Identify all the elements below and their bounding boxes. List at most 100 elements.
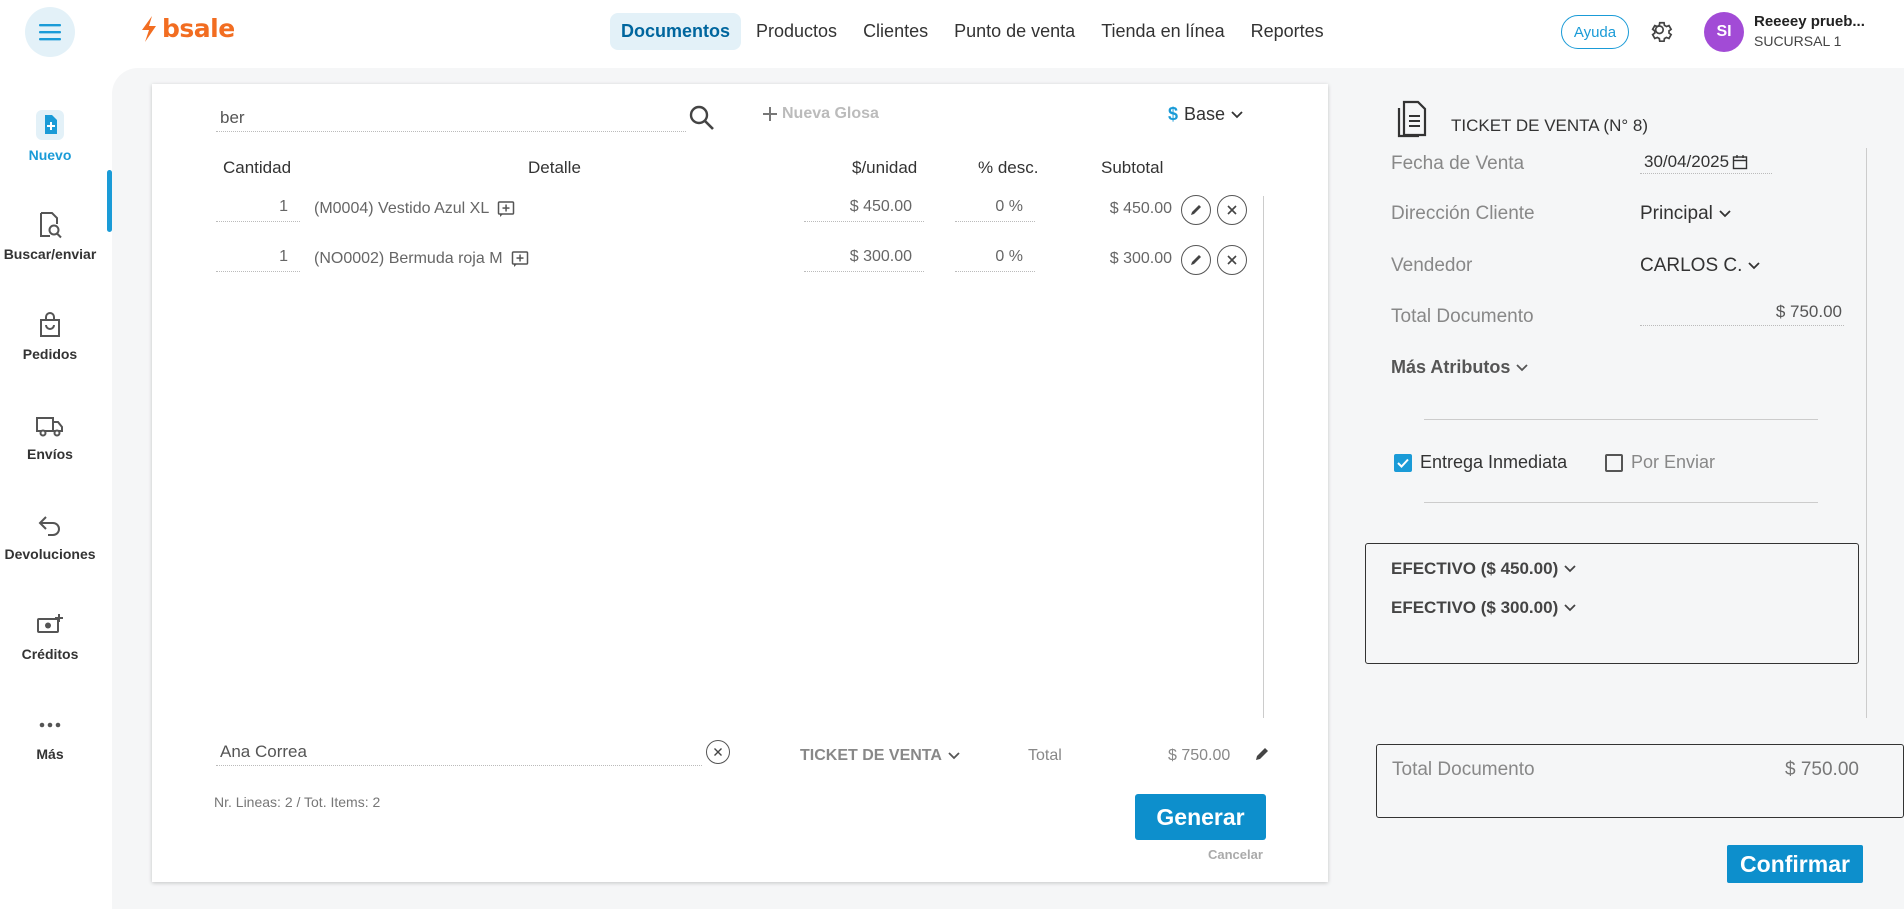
- unit-price-field[interactable]: $ 450.00: [804, 196, 924, 222]
- document-type-select[interactable]: TICKET DE VENTA: [800, 747, 960, 765]
- total-document-field: $ 750.00: [1640, 302, 1844, 326]
- total-document-label: Total Documento: [1391, 306, 1534, 327]
- clear-client-button[interactable]: [706, 740, 730, 764]
- pencil-icon[interactable]: [1254, 746, 1270, 762]
- document-icon: [1397, 100, 1427, 138]
- unit-price-field[interactable]: $ 300.00: [804, 246, 924, 272]
- avatar[interactable]: SI: [1704, 12, 1744, 52]
- gear-icon[interactable]: [1647, 18, 1675, 46]
- sidebar-item-label: Nuevo: [28, 147, 72, 163]
- logo-text: bsale: [162, 14, 235, 43]
- seller-select[interactable]: CARLOS C.: [1640, 255, 1761, 277]
- sidebar-item-buscar-enviar[interactable]: Buscar/enviar: [0, 210, 100, 262]
- shopping-bag-icon: [40, 312, 60, 337]
- line-detail: (NO0002) Bermuda roja M: [314, 250, 529, 268]
- new-gloss-label: Nueva Glosa: [782, 105, 879, 122]
- sidebar-item-mas[interactable]: Más: [0, 710, 100, 762]
- add-comment-icon[interactable]: [497, 200, 515, 218]
- nav-documentos[interactable]: Documentos: [610, 13, 742, 50]
- lines-summary: Nr. Lineas: 2 / Tot. Items: 2: [214, 794, 381, 810]
- sidebar-item-nuevo[interactable]: Nuevo: [0, 109, 100, 163]
- bsale-bolt-icon: [142, 15, 156, 42]
- col-header-subtotal: Subtotal: [1101, 158, 1164, 177]
- chevron-down-icon: [1516, 363, 1528, 371]
- client-address-select[interactable]: Principal: [1640, 203, 1731, 225]
- payment-label: EFECTIVO ($ 300.00): [1391, 598, 1559, 617]
- add-comment-icon[interactable]: [511, 250, 529, 268]
- more-attributes-toggle[interactable]: Más Atributos: [1391, 357, 1528, 378]
- close-icon: [1227, 205, 1237, 215]
- total-summary-label: Total Documento: [1392, 759, 1535, 780]
- chevron-down-icon: [1748, 262, 1761, 270]
- client-address-value: Principal: [1640, 203, 1713, 224]
- sale-date-value: 30/04/2025: [1644, 151, 1730, 171]
- plus-icon: [763, 107, 777, 121]
- nav-clientes[interactable]: Clientes: [852, 13, 939, 50]
- price-list-value: Base: [1184, 104, 1226, 124]
- sidebar-item-label: Más: [36, 746, 64, 762]
- discount-field[interactable]: 0 %: [955, 196, 1035, 222]
- menu-button[interactable]: [25, 7, 75, 57]
- payment-item[interactable]: EFECTIVO ($ 300.00): [1391, 598, 1576, 618]
- to-ship-checkbox[interactable]: Por Enviar: [1605, 452, 1715, 473]
- remove-line-button[interactable]: [1217, 245, 1247, 275]
- payment-item[interactable]: EFECTIVO ($ 450.00): [1391, 559, 1576, 579]
- nav-productos[interactable]: Productos: [745, 13, 848, 50]
- sidebar-item-envios[interactable]: Envíos: [0, 410, 100, 462]
- search-document-icon: [40, 212, 62, 239]
- total-summary-box: Total Documento $ 750.00: [1376, 744, 1904, 818]
- nav-reportes[interactable]: Reportes: [1240, 13, 1335, 50]
- seller-value: CARLOS C.: [1640, 255, 1743, 276]
- immediate-delivery-checkbox[interactable]: Entrega Inmediata: [1394, 452, 1567, 473]
- sidebar-item-devoluciones[interactable]: Devoluciones: [0, 510, 100, 562]
- total-value: $ 750.00: [1168, 747, 1231, 764]
- new-document-icon: [36, 110, 64, 140]
- quantity-field[interactable]: 1: [216, 246, 300, 272]
- col-header-desc: % desc.: [978, 158, 1039, 177]
- sidebar-item-label: Envíos: [27, 446, 73, 462]
- new-gloss-button[interactable]: Nueva Glosa: [762, 105, 879, 123]
- table-divider: [1263, 196, 1264, 718]
- divider: [1424, 419, 1818, 420]
- sidebar-item-creditos[interactable]: Créditos: [0, 610, 100, 662]
- sale-date-label: Fecha de Venta: [1391, 153, 1525, 174]
- col-header-cantidad: Cantidad: [223, 158, 292, 177]
- payments-box: EFECTIVO ($ 450.00) EFECTIVO ($ 300.00): [1365, 543, 1859, 664]
- line-detail-text: (NO0002) Bermuda roja M: [314, 250, 503, 267]
- sidebar-item-pedidos[interactable]: Pedidos: [0, 310, 100, 362]
- price-list-select[interactable]: $ Base: [1168, 104, 1243, 125]
- sidebar-item-label: Pedidos: [22, 346, 78, 362]
- line-subtotal: $ 300.00: [1109, 250, 1172, 267]
- nav-tienda-en-linea[interactable]: Tienda en línea: [1090, 13, 1235, 50]
- truck-icon: [36, 417, 63, 437]
- discount-field[interactable]: 0 %: [955, 246, 1035, 272]
- edit-line-button[interactable]: [1181, 195, 1211, 225]
- nav-punto-de-venta[interactable]: Punto de venta: [943, 13, 1086, 50]
- client-address-label: Dirección Cliente: [1391, 203, 1535, 224]
- remove-line-button[interactable]: [1217, 195, 1247, 225]
- quantity-field[interactable]: 1: [216, 196, 300, 222]
- user-name[interactable]: Reeeey prueb...: [1754, 13, 1865, 30]
- checkbox-unchecked[interactable]: [1605, 453, 1623, 472]
- more-attributes-label: Más Atributos: [1391, 357, 1511, 377]
- help-button[interactable]: Ayuda: [1561, 15, 1629, 49]
- total-label: Total: [1028, 747, 1062, 764]
- checkbox-checked[interactable]: [1394, 453, 1412, 472]
- line-detail-text: (M0004) Vestido Azul XL: [314, 200, 490, 217]
- col-header-unidad: $/unidad: [852, 158, 918, 177]
- edit-line-button[interactable]: [1181, 245, 1211, 275]
- money-plus-icon: [37, 614, 63, 633]
- generate-button[interactable]: Generar: [1135, 794, 1266, 840]
- client-field[interactable]: Ana Correa: [216, 738, 702, 766]
- logo[interactable]: bsale: [140, 14, 235, 43]
- document-card: ber Nueva Glosa $ Base Cantidad Detalle …: [152, 84, 1328, 882]
- pencil-icon: [1191, 205, 1201, 215]
- dollar-icon: $: [1168, 104, 1179, 124]
- user-branch: SUCURSAL 1: [1754, 33, 1842, 49]
- top-bar: bsale Documentos Productos Clientes Punt…: [0, 0, 1904, 64]
- sale-date-field[interactable]: 30/04/2025: [1640, 150, 1772, 174]
- product-search-input[interactable]: ber: [216, 104, 686, 132]
- confirm-button[interactable]: Confirmar: [1727, 845, 1863, 883]
- search-icon[interactable]: [688, 104, 716, 132]
- cancel-button[interactable]: Cancelar: [1208, 847, 1263, 862]
